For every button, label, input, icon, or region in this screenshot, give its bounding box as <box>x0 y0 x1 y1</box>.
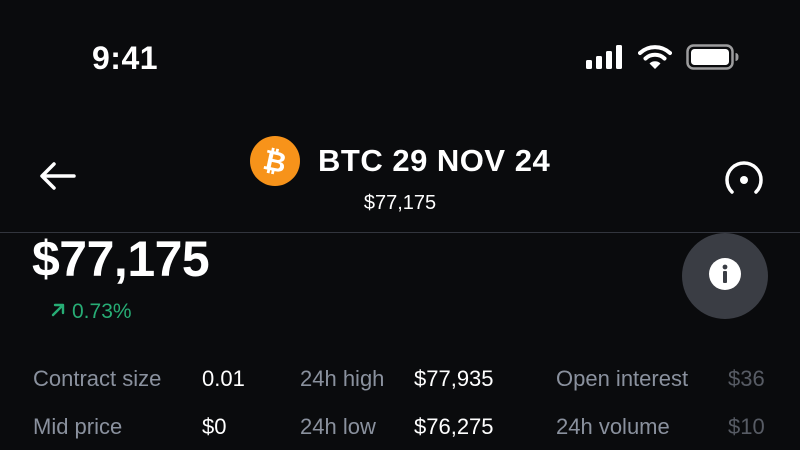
high-24h-value: $77,935 <box>414 366 494 391</box>
header-price-text: $77,175 <box>363 192 437 214</box>
price-change-value: 0.73% <box>72 300 132 323</box>
battery-icon <box>686 44 740 75</box>
low-24h-label: 24h low <box>300 414 376 439</box>
screen: 9:41 ₿ BTC 29 NOV 24 $77,175 $77,175 0.7… <box>0 0 800 450</box>
arrow-left-icon <box>39 161 77 196</box>
bitcoin-icon: ₿ <box>250 136 300 186</box>
status-time: 9:41 <box>92 40 159 76</box>
asset-title: ₿ BTC 29 NOV 24 <box>250 136 550 186</box>
price-change: 0.73% <box>50 300 132 324</box>
wifi-icon <box>638 44 672 75</box>
high-24h-label: 24h high <box>300 366 385 391</box>
contract-title: BTC 29 NOV 24 <box>318 143 551 178</box>
gauge-icon <box>722 156 766 205</box>
contract-size-value: 0.01 <box>202 366 245 391</box>
svg-text:₿: ₿ <box>260 144 289 178</box>
open-interest-label: Open interest <box>556 366 689 391</box>
current-price: $77,175 <box>32 231 210 287</box>
low-24h-value: $76,275 <box>414 414 494 439</box>
volume-24h-value: $10 <box>728 414 765 439</box>
volume-24h-label: 24h volume <box>556 414 670 439</box>
mid-price-value: $0 <box>202 414 227 439</box>
info-button[interactable] <box>682 233 768 319</box>
status-icons <box>586 44 740 75</box>
open-interest-value: $36 <box>728 366 765 391</box>
arrow-up-right-icon <box>50 300 66 324</box>
info-icon <box>708 257 742 296</box>
mid-price-label: Mid price <box>33 414 123 439</box>
contract-size-label: Contract size <box>33 366 162 391</box>
gauge-button[interactable] <box>722 158 766 202</box>
cellular-signal-icon <box>586 45 624 74</box>
header-price: $77,175 <box>0 192 800 215</box>
